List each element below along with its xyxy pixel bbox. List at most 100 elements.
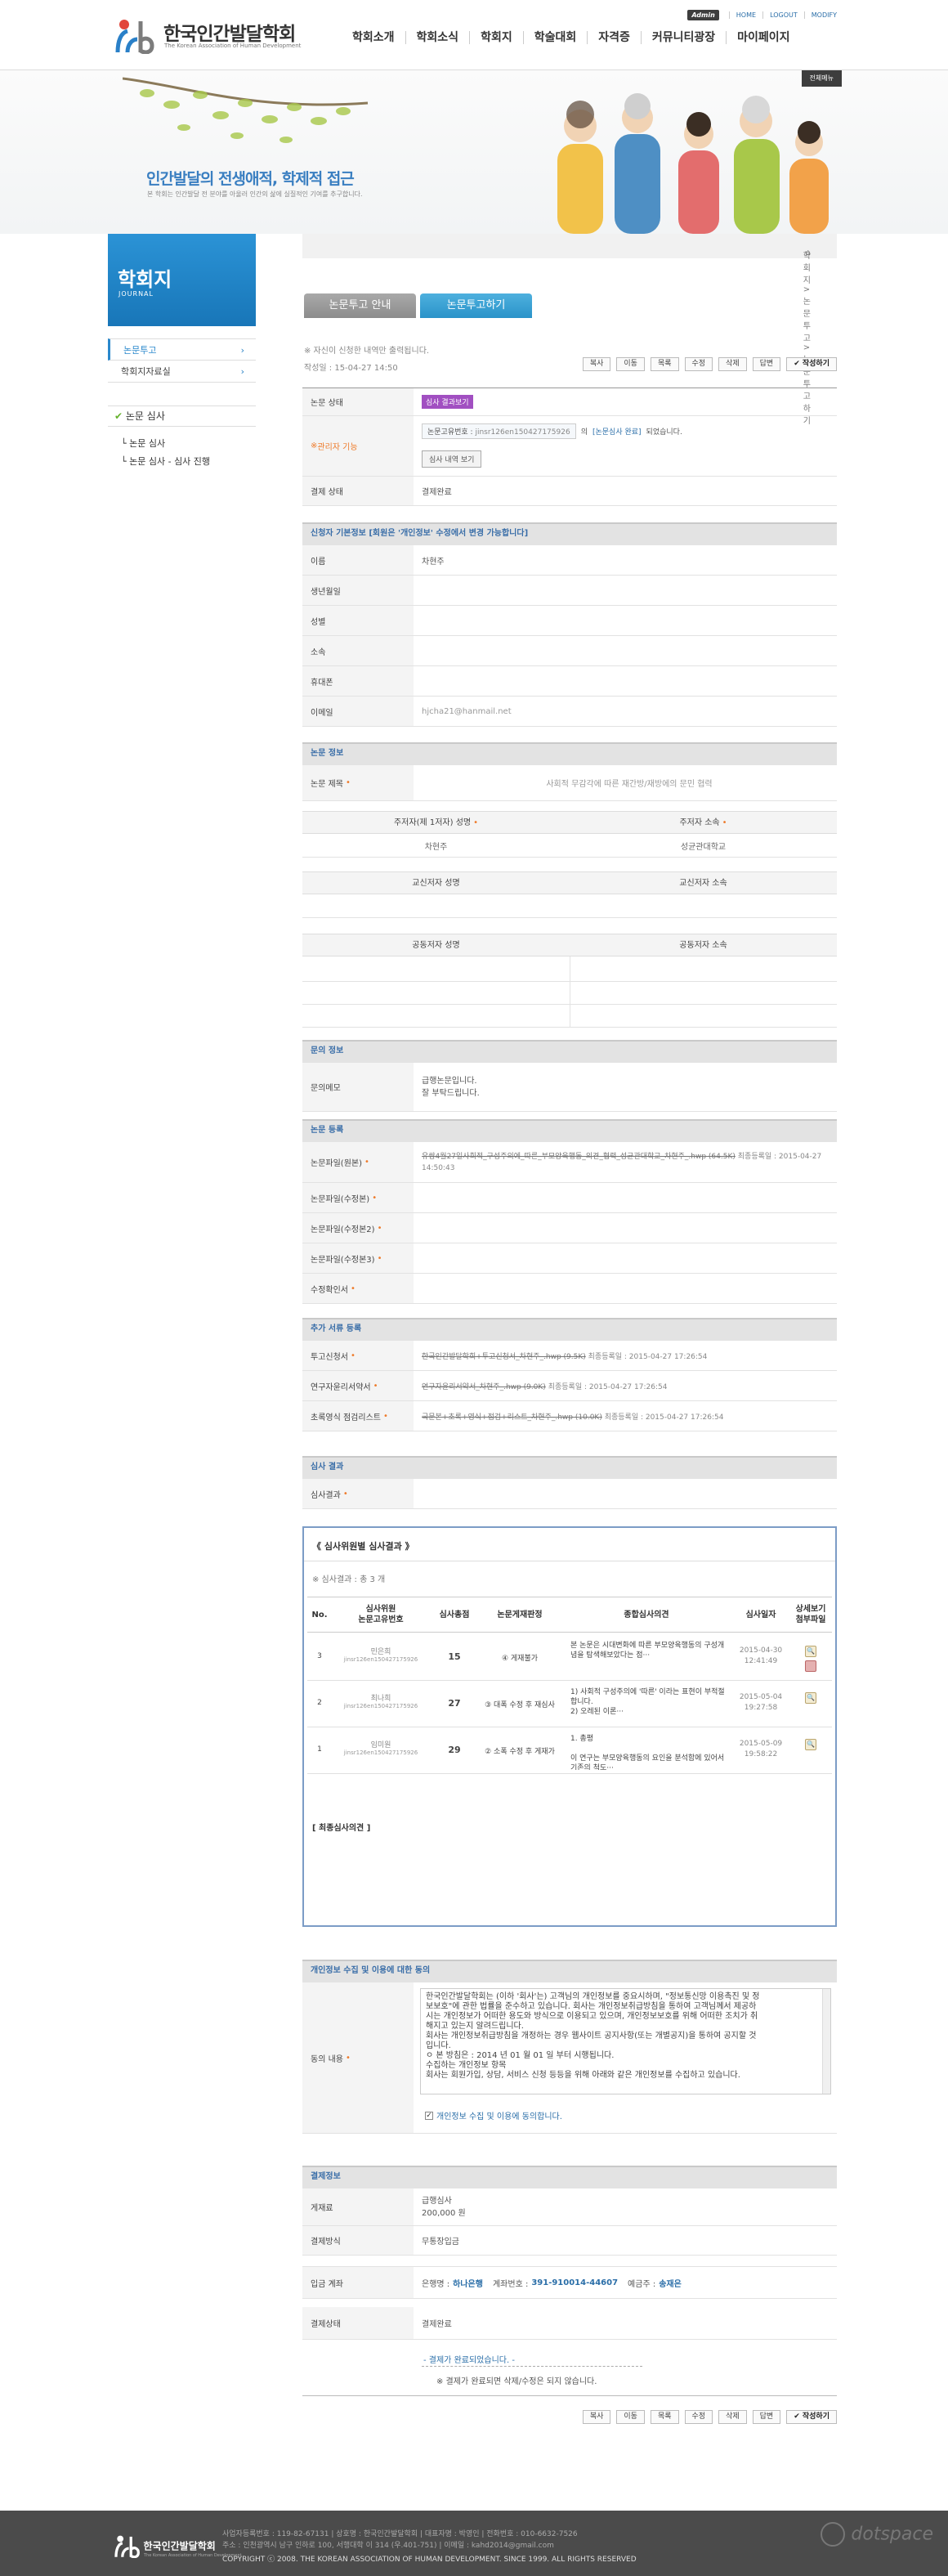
file-link[interactable]: 국문본+초록+영식+점검+리스트_차현주_.hwp (10.0K) 최종등록일 … [422, 1411, 723, 1422]
nav-item-conference[interactable]: 학술대회 [522, 31, 588, 44]
label: 휴대폰 [302, 666, 414, 696]
checkbox[interactable]: ✓ [425, 2111, 433, 2120]
edit-button[interactable]: 수정 [684, 2410, 713, 2424]
row-method: 결제방식 무통장입금 [302, 2226, 837, 2256]
agree-label: 개인정보 수집 및 이용에 동의합니다. [436, 2112, 562, 2121]
reply-button[interactable]: 답변 [752, 357, 781, 371]
tab-guide[interactable]: 논문투고 안내 [304, 293, 416, 318]
label-text: 관리자 기능 [317, 443, 358, 452]
edit-button[interactable]: 수정 [684, 357, 713, 371]
row-score: 15 [448, 1651, 461, 1662]
paper-no: jinsr126en150427175926 [475, 428, 570, 437]
logout-link[interactable]: LOGOUT [762, 11, 804, 19]
section-review-header: 심사 결과 [302, 1456, 837, 1479]
tab-submit[interactable]: 논문투고하기 [420, 293, 532, 318]
reviewer-name: 민은희 [370, 1648, 391, 1656]
th-main-affil: 주저자 소속 • [570, 812, 837, 835]
privacy-textarea[interactable]: 한국인간발달학회는 (이하 '회사'는) 고객님의 개인정보를 중요시하며, "… [420, 1988, 831, 2094]
value: 국문본+초록+영식+점검+리스트_차현주_.hwp (10.0K) 최종등록일 … [422, 1401, 837, 1431]
copy-button[interactable]: 복사 [582, 2410, 611, 2424]
move-button[interactable]: 이동 [616, 2410, 645, 2424]
footer-copyright: COPYRIGHT ⓒ 2008. THE KOREAN ASSOCIATION… [222, 2556, 637, 2564]
check-icon: ✔ [114, 410, 123, 422]
th-main-author: 주저자(제 1저자) 성명 • [302, 812, 570, 835]
row-file-rev2: 논문파일(수정본2) • [302, 1213, 837, 1243]
write-button[interactable]: ✔ 작성하기 [786, 2410, 837, 2424]
home-link[interactable]: HOME [728, 11, 762, 19]
nav-item-mypage[interactable]: 마이페이지 [726, 31, 800, 44]
site-logo[interactable]: 한국인간발달학회 The Korean Association of Human… [113, 15, 301, 56]
file-link[interactable]: 유쌍4월27일사회적_구성주의에_따른_부모양육행동_의견_협력_성균관대학교_… [422, 1151, 837, 1174]
logo-subtext: The Korean Association of Human Developm… [164, 43, 302, 49]
nav-item-certificate[interactable]: 자격증 [587, 31, 641, 44]
value: 유쌍4월27일사회적_구성주의에_따른_부모양육행동_의견_협력_성균관대학교_… [422, 1142, 837, 1182]
label: 소속 [302, 636, 414, 665]
file-link[interactable]: 연구자윤리서약서_차현주_.hwp (9.0K) 최종등록일 : 2015-04… [422, 1381, 667, 1391]
notice-text: ※ 자신이 신청한 내역만 출력됩니다. [304, 347, 430, 356]
row-extra-3: 초록영식 점검리스트 • 국문본+초록+영식+점검+리스트_차현주_.hwp (1… [302, 1401, 837, 1431]
label: 논문파일(원본) • [302, 1142, 414, 1182]
row-review-result: 심사결과 • [302, 1479, 837, 1509]
attachment-file-icon[interactable] [805, 1660, 816, 1672]
list-button[interactable]: 목록 [650, 2410, 679, 2424]
sidebar-item-archive[interactable]: 학회지자료실 › [108, 361, 256, 383]
required-icon: • [351, 1351, 356, 1360]
value: 결제완료 [422, 488, 452, 497]
move-button[interactable]: 이동 [616, 357, 645, 371]
row-verdict: ③ 대폭 수정 후 재심사 [485, 1701, 555, 1709]
sidebar-subitem-progress[interactable]: └ 논문 심사 - 심사 진행 [121, 455, 210, 468]
badge-circle-icon [821, 2522, 846, 2547]
detail-view-icon[interactable]: 🔍 [805, 1739, 816, 1750]
label-text: 동의 내용 [311, 2054, 343, 2064]
delete-button[interactable]: 삭제 [718, 2410, 747, 2424]
row-file-original: 논문파일(원본) • 유쌍4월27일사회적_구성주의에_따른_부모양육행동_의견_… [302, 1142, 837, 1183]
label-text: 투고신청서 [311, 1352, 348, 1362]
list-button[interactable]: 목록 [650, 357, 679, 371]
write-button[interactable]: ✔ 작성하기 [786, 357, 837, 371]
state-badge[interactable]: 심사 결과보기 [422, 395, 473, 409]
admin-button[interactable]: Admin [687, 10, 719, 20]
sidebar-subitem-review[interactable]: └ 논문 심사 [121, 437, 165, 450]
label: 심사결과 • [302, 1479, 414, 1508]
row-verdict: ④ 게재불가 [501, 1655, 539, 1663]
copy-button[interactable]: 복사 [582, 357, 611, 371]
value: 사회적 무감각에 따른 재간방/재방에의 문민 협력 [422, 765, 837, 800]
sidebar-item-submit[interactable]: 논문투고 › [108, 338, 256, 361]
nav-item-journal[interactable]: 학회지 [469, 31, 523, 44]
detail-view-icon[interactable]: 🔍 [805, 1646, 816, 1657]
sidebar-title-box: 학회지 JOURNAL [108, 234, 256, 326]
label: 이름 [302, 545, 414, 575]
label: 논문파일(수정본2) • [302, 1213, 414, 1243]
divider [302, 857, 837, 858]
file-name: 국문본+초록+영식+점검+리스트_차현주_.hwp (10.0K) [422, 1413, 602, 1422]
row-date: 2015-05-04 [739, 1693, 783, 1701]
review-done-link[interactable]: [논문심사 완료] [592, 426, 642, 437]
nav-item-about[interactable]: 학회소개 [342, 31, 405, 44]
required-icon: • [377, 1253, 382, 1263]
reply-button[interactable]: 답변 [752, 2410, 781, 2424]
row-fee: 게재료 급행심사 200,000 원 [302, 2188, 837, 2226]
scrollbar[interactable] [822, 1989, 830, 2094]
privacy-line: 입니다. [426, 2041, 451, 2050]
label: 논문파일(수정본) • [302, 1183, 414, 1212]
view-history-button[interactable]: 심사 내역 보기 [422, 450, 482, 468]
all-menu-button[interactable]: 전체메뉴 [801, 70, 842, 87]
delete-button[interactable]: 삭제 [718, 357, 747, 371]
file-link[interactable]: 한국인간발달학회+투고신청서_차현주_.hwp (9.5K) 최종등록일 : 2… [422, 1351, 707, 1361]
nav-item-news[interactable]: 학회소식 [405, 31, 470, 44]
table-row: 1 임미원 jinsr126en150427175926 29 ② 소폭 수정 후 게재… [307, 1727, 832, 1774]
bullet-icon: ※ [311, 441, 318, 450]
holder-name: 송재은 [659, 2279, 682, 2289]
agree-checkbox-row[interactable]: ✓ 개인정보 수집 및 이용에 동의합니다. [425, 2109, 562, 2121]
th-corr-affil: 교신저자 소속 [679, 879, 727, 888]
detail-view-icon[interactable]: 🔍 [805, 1692, 816, 1704]
privacy-line: 해지고 있는지 알려드립니다. [426, 2022, 524, 2031]
row-opinion: 본 논문은 시대변화에 따른 부모양육행동의 구성개념을 탐색해보았다는 점··… [570, 1642, 725, 1660]
label-text: 논문파일(원본) [311, 1159, 363, 1168]
payment-done-message: - 결제가 완료되었습니다. - [423, 2356, 515, 2365]
reviewer-id: jinsr126en150427175926 [343, 1749, 418, 1756]
value: 심사 결과보기 [422, 388, 837, 415]
nav-item-community[interactable]: 커뮤니티광장 [640, 31, 726, 44]
modify-link[interactable]: MODIFY [803, 11, 843, 19]
section-extra-header: 추가 서류 등록 [302, 1318, 837, 1341]
